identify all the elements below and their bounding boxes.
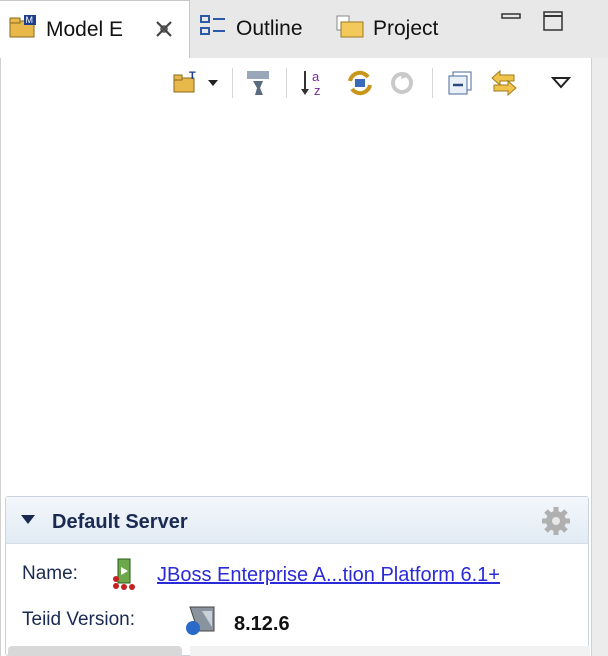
view-toolbar: T a z [1, 58, 591, 114]
gear-icon[interactable] [540, 505, 572, 542]
default-server-section: Default Server Name: JBoss Enterprise A.… [5, 496, 589, 656]
view-menu-icon[interactable] [544, 66, 578, 100]
project-folder-icon [335, 12, 365, 46]
server-icon [110, 557, 138, 596]
link-editor-icon[interactable] [487, 66, 521, 100]
teiid-version-label: Teiid Version: [22, 609, 136, 630]
bottom-view-tab[interactable] [8, 646, 182, 656]
tab-outline[interactable]: Outline [198, 0, 303, 58]
teiid-icon [184, 601, 220, 642]
maximize-icon[interactable] [542, 10, 564, 32]
svg-text:a: a [312, 69, 320, 84]
toolbar-separator [286, 68, 287, 98]
server-name-link[interactable]: JBoss Enterprise A...tion Platform 6.1+ [157, 564, 500, 587]
bottom-tab-strip [190, 646, 590, 656]
svg-text:z: z [314, 83, 321, 98]
tab-project[interactable]: Project [335, 0, 438, 58]
sync-icon[interactable] [343, 66, 377, 100]
model-explorer-panel: T a z Default Server Name: JBoss Enterpr… [0, 58, 592, 656]
toolbar-separator [432, 68, 433, 98]
dropdown-arrow-icon[interactable] [203, 66, 223, 100]
svg-text:T: T [189, 70, 196, 82]
model-explorer-icon: M [8, 13, 38, 47]
name-label: Name: [22, 563, 78, 584]
filter-icon[interactable] [241, 66, 275, 100]
tab-label: Model E [46, 17, 124, 41]
tab-label: Outline [236, 17, 303, 40]
svg-text:M: M [26, 15, 34, 25]
outline-icon [198, 12, 228, 46]
view-tab-bar: M Model E Outline Project [0, 0, 608, 58]
toolbar-separator [232, 68, 233, 98]
section-title: Default Server [52, 511, 188, 533]
sort-alpha-icon[interactable]: a z [297, 66, 331, 100]
collapse-triangle-icon[interactable] [20, 513, 36, 531]
minimize-icon[interactable] [500, 10, 522, 32]
tab-label: Project [373, 17, 439, 40]
teiid-version-value: 8.12.6 [234, 613, 290, 635]
section-header[interactable]: Default Server [6, 497, 588, 544]
collapse-all-icon[interactable] [443, 66, 477, 100]
new-model-folder-icon[interactable]: T [169, 66, 203, 100]
close-icon[interactable] [152, 17, 176, 41]
refresh-disabled-icon[interactable] [385, 66, 419, 100]
